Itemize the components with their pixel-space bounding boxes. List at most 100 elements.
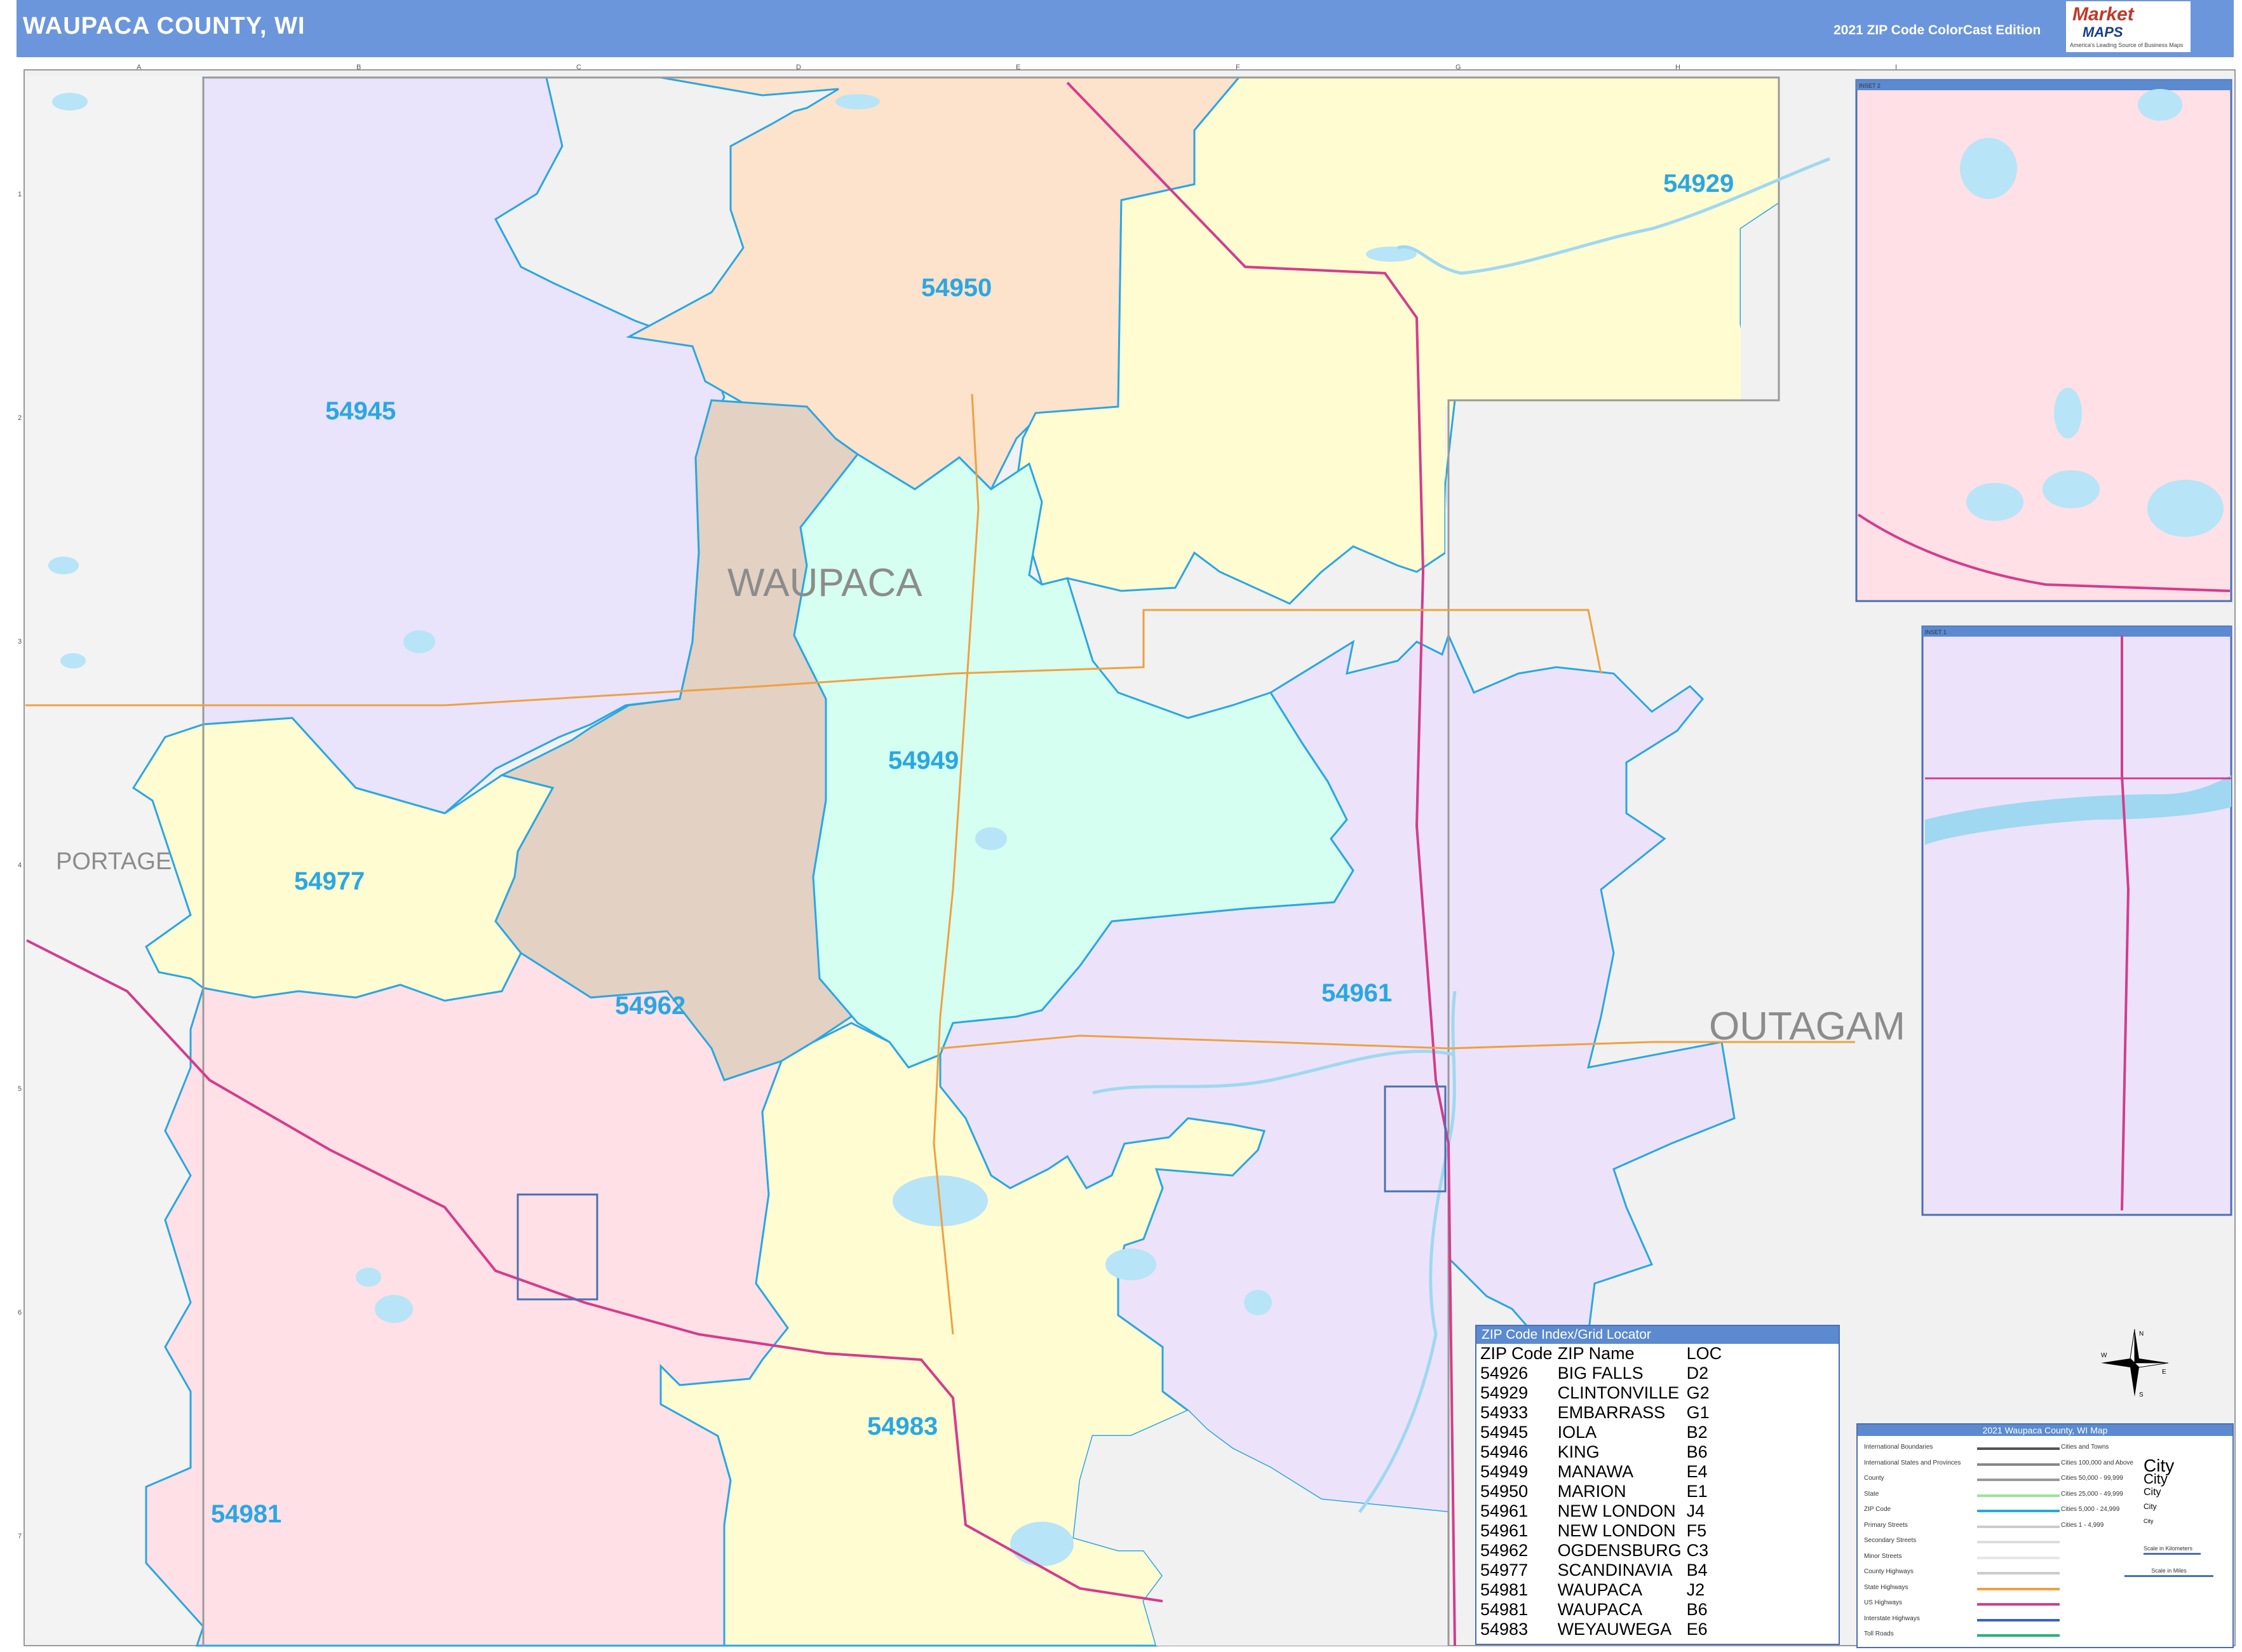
loc-cell: E6 xyxy=(1686,1620,1708,1639)
legend-item-name: Minor Streets xyxy=(1864,1552,1902,1560)
loc-cell: G2 xyxy=(1686,1383,1710,1402)
scale-km-label: Scale in Kilometers xyxy=(2144,1545,2193,1552)
legend-row: International Boundaries Cities and Towns xyxy=(1864,1441,2226,1456)
zip-name-cell: CLINTONVILLE xyxy=(1557,1383,1680,1402)
legend-city-class: Cities 25,000 - 49,999 xyxy=(2061,1490,2123,1498)
legend-swatch xyxy=(1977,1603,2060,1606)
legend-city-class: Cities 1 - 4,999 xyxy=(2061,1521,2104,1529)
legend-row: International States and Provinces Cities… xyxy=(1864,1456,2226,1475)
legend-item-name: Toll Roads xyxy=(1864,1630,1894,1637)
legend-city-sample: City xyxy=(2144,1517,2154,1524)
zip-code-cell: 54983 xyxy=(1480,1620,1529,1639)
legend-item-name: US Highways xyxy=(1864,1599,1903,1606)
legend-swatch xyxy=(1977,1447,2060,1450)
legend-row: State Highways xyxy=(1864,1581,2226,1597)
county-label-portage: PORTAGE xyxy=(56,848,172,875)
zip-code-cell: 54946 xyxy=(1480,1442,1529,1461)
legend-swatch xyxy=(1977,1572,2060,1574)
legend-swatch xyxy=(1977,1618,2060,1622)
legend-row: ZIP Code Cities 5,000 - 24,999 City xyxy=(1864,1502,2226,1519)
zip-code-cell: 54962 xyxy=(1480,1541,1529,1560)
inset-1: INSET 1 xyxy=(1921,625,2232,1216)
legend-city-class: Cities 100,000 and Above xyxy=(2061,1459,2133,1466)
market-maps-logo: Market MAPS America's Leading Source of … xyxy=(2066,1,2191,52)
col-loc: LOC xyxy=(1686,1344,1722,1363)
zip-label-54950: 54950 xyxy=(921,274,992,302)
grid-column-label: C xyxy=(576,64,581,71)
zip-code-cell: 54977 xyxy=(1480,1561,1529,1580)
zip-index-row: 54961 NEW LONDON J4 xyxy=(1479,1501,1725,1521)
compass-e: E xyxy=(2162,1369,2166,1376)
zip-index-row: 54962 OGDENSBURG C3 xyxy=(1479,1541,1725,1561)
zip-name-cell: EMBARRASS xyxy=(1557,1403,1666,1422)
zip-code-cell: 54929 xyxy=(1480,1383,1529,1402)
zip-label-54961: 54961 xyxy=(1321,979,1392,1007)
loc-cell: E4 xyxy=(1686,1462,1708,1481)
legend-item-name: County xyxy=(1864,1475,1884,1482)
zip-index-rows: 54926 BIG FALLS D2 54929 CLINTONVILLE G2 54933… xyxy=(1479,1364,1725,1639)
zip-name-cell: NEW LONDON xyxy=(1557,1501,1676,1520)
legend-swatch xyxy=(1977,1479,2060,1481)
grid-row-label: 4 xyxy=(18,862,22,869)
grid-column-label: E xyxy=(1016,64,1021,71)
legend-item-name: State xyxy=(1864,1490,1879,1498)
grid-row-label: 3 xyxy=(18,638,22,646)
county-label-outagamie: OUTAGAM xyxy=(1709,1005,1905,1048)
zip-index-row: 54981 WAUPACA B6 xyxy=(1479,1600,1725,1620)
grid-row-label: 5 xyxy=(18,1085,22,1093)
zip-code-cell: 54981 xyxy=(1480,1580,1529,1599)
grid-column-label: B xyxy=(356,64,361,71)
loc-cell: G1 xyxy=(1686,1403,1710,1422)
zip-code-cell: 54949 xyxy=(1480,1462,1529,1481)
legend-item-name: County Highways xyxy=(1864,1568,1914,1575)
zip-name-cell: KING xyxy=(1557,1442,1600,1461)
scale-mi-bar xyxy=(2124,1575,2213,1577)
loc-cell: B6 xyxy=(1686,1600,1708,1619)
grid-row-label: 7 xyxy=(18,1533,22,1540)
legend-city-class: Cities 50,000 - 99,999 xyxy=(2061,1475,2123,1482)
loc-cell: F5 xyxy=(1686,1521,1707,1540)
legend-row: Interstate Highways xyxy=(1864,1613,2226,1628)
compass-n: N xyxy=(2139,1330,2144,1337)
scale-mi-label: Scale in Miles xyxy=(2151,1567,2187,1574)
edition-label: 2021 ZIP Code ColorCast Edition xyxy=(1833,23,2041,37)
zip-index-row: 54929 CLINTONVILLE G2 xyxy=(1479,1383,1725,1403)
zip-index-title: ZIP Code Index/Grid Locator xyxy=(1476,1326,1839,1344)
legend-item-name: Primary Streets xyxy=(1864,1521,1908,1529)
legend-item-name: International States and Provinces xyxy=(1864,1459,1961,1466)
legend-city-sample: City xyxy=(2144,1486,2161,1498)
grid-column-label: D xyxy=(796,64,801,71)
zip-index-row: 54949 MANAWA E4 xyxy=(1479,1462,1725,1482)
map-legend: 2021 Waupaca County, WI Map Internationa… xyxy=(1856,1423,2234,1648)
legend-city-sample: City xyxy=(2144,1471,2168,1487)
zip-name-cell: MANAWA xyxy=(1557,1462,1634,1481)
legend-swatch xyxy=(1977,1463,2060,1466)
legend-item-name: Secondary Streets xyxy=(1864,1537,1917,1544)
inset-1-label: INSET 1 xyxy=(1925,629,1947,635)
loc-cell: E1 xyxy=(1686,1482,1708,1501)
page-title: WAUPACA COUNTY, WI xyxy=(23,13,306,39)
zip-label-54962: 54962 xyxy=(615,992,685,1020)
zip-name-cell: BIG FALLS xyxy=(1557,1364,1644,1383)
legend-row: County Cities 50,000 - 99,999 City xyxy=(1864,1471,2226,1487)
zip-index-row: 54977 SCANDINAVIA B4 xyxy=(1479,1561,1725,1580)
zip-code-cell: 54981 xyxy=(1480,1600,1529,1619)
legend-swatch xyxy=(1977,1525,2060,1528)
loc-cell: J2 xyxy=(1686,1580,1705,1599)
loc-cell: B6 xyxy=(1686,1442,1708,1461)
grid-row-label: 2 xyxy=(18,414,22,422)
zip-label-54981: 54981 xyxy=(211,1500,281,1528)
zip-name-cell: IOLA xyxy=(1557,1423,1597,1442)
logo-tagline: America's Leading Source of Business Map… xyxy=(2070,42,2184,48)
zip-name-cell: NEW LONDON xyxy=(1557,1521,1676,1540)
zip-code-cell: 54933 xyxy=(1480,1403,1529,1422)
legend-swatch xyxy=(1977,1510,2060,1512)
legend-swatch xyxy=(1977,1494,2060,1497)
legend-item-name: International Boundaries xyxy=(1864,1444,1933,1451)
legend-swatch xyxy=(1977,1541,2060,1543)
zip-index-row: 54946 KING B6 xyxy=(1479,1442,1725,1462)
county-label-waupaca: WAUPACA xyxy=(727,561,922,605)
compass-rose: N E S W xyxy=(2101,1329,2169,1398)
zip-index-row: 54933 EMBARRASS G1 xyxy=(1479,1403,1725,1423)
zip-index-row: 54926 BIG FALLS D2 xyxy=(1479,1364,1725,1383)
